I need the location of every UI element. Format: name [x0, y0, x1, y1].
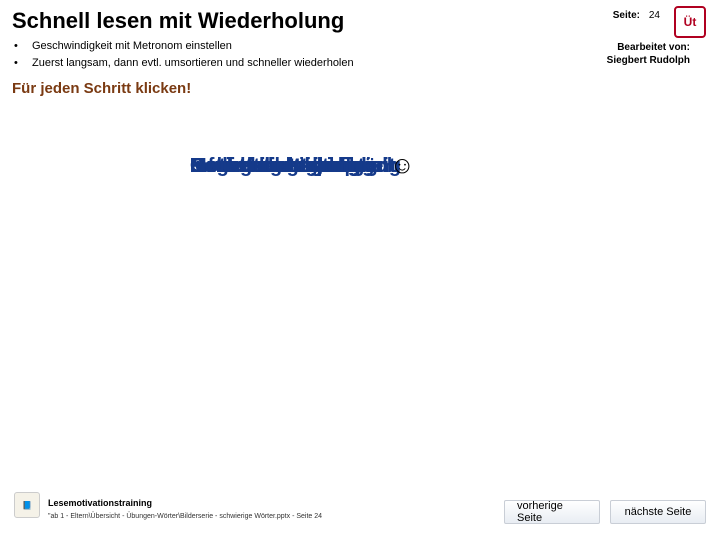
footer-path: "ab 1 - Eltern\Übersicht - Übungen-Wörte…: [48, 513, 322, 520]
instructions-list: • Geschwindigkeit mit Metronom einstelle…: [14, 38, 354, 71]
next-page-button[interactable]: nächste Seite: [610, 500, 706, 524]
brand-logo-text: Üt: [684, 15, 697, 29]
list-item-text: Geschwindigkeit mit Metronom einstellen: [32, 38, 232, 55]
page-number: 24: [649, 10, 660, 21]
bullet-icon: •: [14, 38, 32, 55]
page-label: Seite:: [613, 10, 640, 21]
edited-by-label: Bearbeitet von:: [617, 42, 690, 53]
list-item: • Geschwindigkeit mit Metronom einstelle…: [14, 38, 354, 55]
previous-page-button[interactable]: vorherige Seite: [504, 500, 600, 524]
click-each-step-title: Für jeden Schritt klicken!: [12, 80, 191, 97]
list-item: • Zuerst langsam, dann evtl. umsortieren…: [14, 55, 354, 72]
edited-by-name: Siegbert Rudolph: [607, 55, 690, 66]
list-item-text: Zuerst langsam, dann evtl. umsortieren u…: [32, 55, 354, 72]
smiley-icon: ☺: [390, 152, 415, 180]
footer-title: Lesemotivationstraining: [48, 498, 152, 508]
brand-logo: Üt: [674, 6, 706, 38]
page-title: Schnell lesen mit Wiederholung: [12, 8, 344, 34]
word: Motivationstraining: [190, 155, 374, 178]
slide: Schnell lesen mit Wiederholung Seite: 24…: [0, 0, 720, 540]
footer-logo: 📘: [14, 492, 40, 518]
footer-logo-glyph: 📘: [22, 501, 32, 510]
bullet-icon: •: [14, 55, 32, 72]
